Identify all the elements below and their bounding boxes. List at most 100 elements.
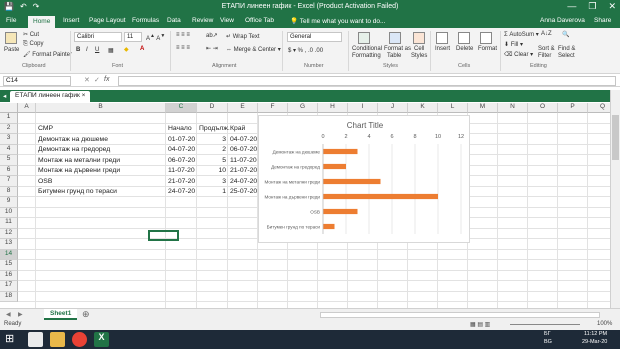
clock-time[interactable]: 11:12 PM [584,331,607,337]
name-box[interactable]: C14 [3,76,71,86]
column-header[interactable]: C [166,103,197,113]
column-header[interactable]: N [498,103,528,113]
header-cell-duration[interactable]: Продълж. [199,125,230,132]
conditional-formatting-button[interactable]: Conditional [352,46,382,52]
tab-data[interactable]: Data [167,17,181,24]
document-tab[interactable]: ЕТАПИ линеен гафик × [10,91,91,102]
number-format-select[interactable]: General [287,32,342,42]
column-header[interactable]: M [468,103,498,113]
sheet-prev-icon[interactable]: ◀ [6,311,11,318]
excel-taskbar-icon[interactable]: X [94,332,109,347]
end-date-cell[interactable]: 11-07-20 [230,157,257,164]
row-header[interactable]: 7 [0,176,18,187]
column-header[interactable]: A [18,103,36,113]
column-header[interactable]: B [36,103,166,113]
duration-cell[interactable]: 3 [199,136,226,143]
fill-button[interactable]: ⬇ Fill ▾ [504,41,523,48]
tell-me-box[interactable]: 💡 Tell me what you want to do... [290,17,385,25]
duration-cell[interactable]: 3 [199,178,226,185]
start-date-cell[interactable]: 11-07-20 [168,167,195,174]
font-name-select[interactable]: Calibri [74,32,122,42]
format-as-table-button[interactable]: Format as [384,46,411,52]
end-date-cell[interactable]: 06-07-20 [230,146,257,153]
restore-button[interactable]: ❐ [588,1,596,12]
active-cell-c14[interactable] [148,230,179,241]
column-header[interactable]: L [438,103,468,113]
close-tab-icon[interactable]: × [82,92,86,99]
task-name-cell[interactable]: Монтаж на дървени греди [38,167,120,174]
delete-cells-icon[interactable] [458,32,470,44]
view-mode-icons[interactable]: ▦ ▤ ▥ [470,321,490,328]
italic-button[interactable]: I [86,47,88,53]
file-explorer-icon[interactable] [50,332,65,347]
task-name-cell[interactable]: Монтаж на метални греди [38,157,120,164]
duration-cell[interactable]: 5 [199,157,226,164]
column-header[interactable]: K [408,103,438,113]
fx-icon[interactable]: fx [104,76,109,83]
sheet-next-icon[interactable]: ▶ [18,311,23,318]
chart-bar[interactable] [323,148,358,155]
insert-cells-button[interactable]: Insert [435,46,450,52]
paste-icon[interactable] [5,32,17,44]
merge-center-button[interactable]: ⇔ Merge & Center ▾ [226,46,281,53]
fill-color-icon[interactable]: ◆ [124,46,129,53]
share-button[interactable]: Share [594,17,611,24]
clock-date[interactable]: 29-Mar-20 [582,339,607,345]
left-align-icon[interactable]: ≡ ≡ ≡ [176,45,190,51]
language-indicator[interactable]: БГ [544,331,551,337]
font-color-icon[interactable]: A [140,46,144,52]
copy-button[interactable]: ⎘ Copy [23,41,44,48]
tab-home[interactable]: Home [28,16,56,28]
sheet-tab-sheet1[interactable]: Sheet1 [44,309,78,320]
row-header[interactable]: 17 [0,281,18,292]
end-date-cell[interactable]: 21-07-20 [230,167,257,174]
column-header[interactable]: Q [588,103,610,113]
row-header[interactable]: 12 [0,228,18,239]
cell-styles-button[interactable]: Cell [414,46,424,52]
tab-view[interactable]: View [220,17,234,24]
row-header[interactable]: 1 [0,113,18,124]
column-header[interactable]: O [528,103,558,113]
task-view-icon[interactable] [28,332,43,347]
row-header[interactable]: 8 [0,186,18,197]
row-header[interactable]: 15 [0,260,18,271]
chrome-icon[interactable] [72,332,87,347]
header-cell-smr[interactable]: СМР [38,125,53,132]
minimize-button[interactable]: — [567,1,576,12]
start-date-cell[interactable]: 21-07-20 [168,178,195,185]
sheet-nav-icon[interactable]: ◂ [3,92,6,100]
chart-bar[interactable] [323,178,381,185]
cut-button[interactable]: ✂ Cut [23,31,39,38]
chart-bar[interactable] [323,208,358,215]
duration-cell[interactable]: 10 [199,167,226,174]
indent-icon[interactable]: ⇤ ⇥ [206,45,218,52]
row-header[interactable]: 4 [0,144,18,155]
row-header[interactable]: 13 [0,239,18,250]
bold-button[interactable]: B [76,47,80,53]
currency-icon[interactable]: $ ▾ % , .0 .00 [288,47,323,54]
language-indicator-2[interactable]: BG [544,339,552,345]
chart-bar[interactable] [323,223,335,230]
start-date-cell[interactable]: 06-07-20 [168,157,195,164]
task-name-cell[interactable]: OSB [38,178,52,185]
column-header[interactable]: D [197,103,228,113]
conditional-formatting-icon[interactable] [358,32,370,44]
end-date-cell[interactable]: 24-07-20 [230,178,257,185]
find-select-icon[interactable]: 🔍 [562,31,569,38]
row-header[interactable]: 14 [0,249,18,260]
add-sheet-icon[interactable]: ⊕ [82,309,90,320]
format-painter-button[interactable]: 🖌 Format Painter [23,51,72,58]
cell-styles-icon[interactable] [413,32,425,44]
clear-button[interactable]: ⌫ Clear ▾ [504,51,533,58]
user-name[interactable]: Anna Daverova [540,17,585,24]
row-header[interactable]: 2 [0,123,18,134]
formula-input[interactable] [118,76,616,86]
tab-page-layout[interactable]: Page Layout [89,17,126,24]
delete-cells-button[interactable]: Delete [456,46,473,52]
start-date-cell[interactable]: 01-07-20 [168,136,195,143]
insert-cells-icon[interactable] [436,32,448,44]
borders-icon[interactable]: ▦ [108,47,114,54]
sort-filter-button[interactable]: Sort & [538,46,555,52]
tab-formulas[interactable]: Formulas [132,17,159,24]
format-cells-button[interactable]: Format [478,46,497,52]
